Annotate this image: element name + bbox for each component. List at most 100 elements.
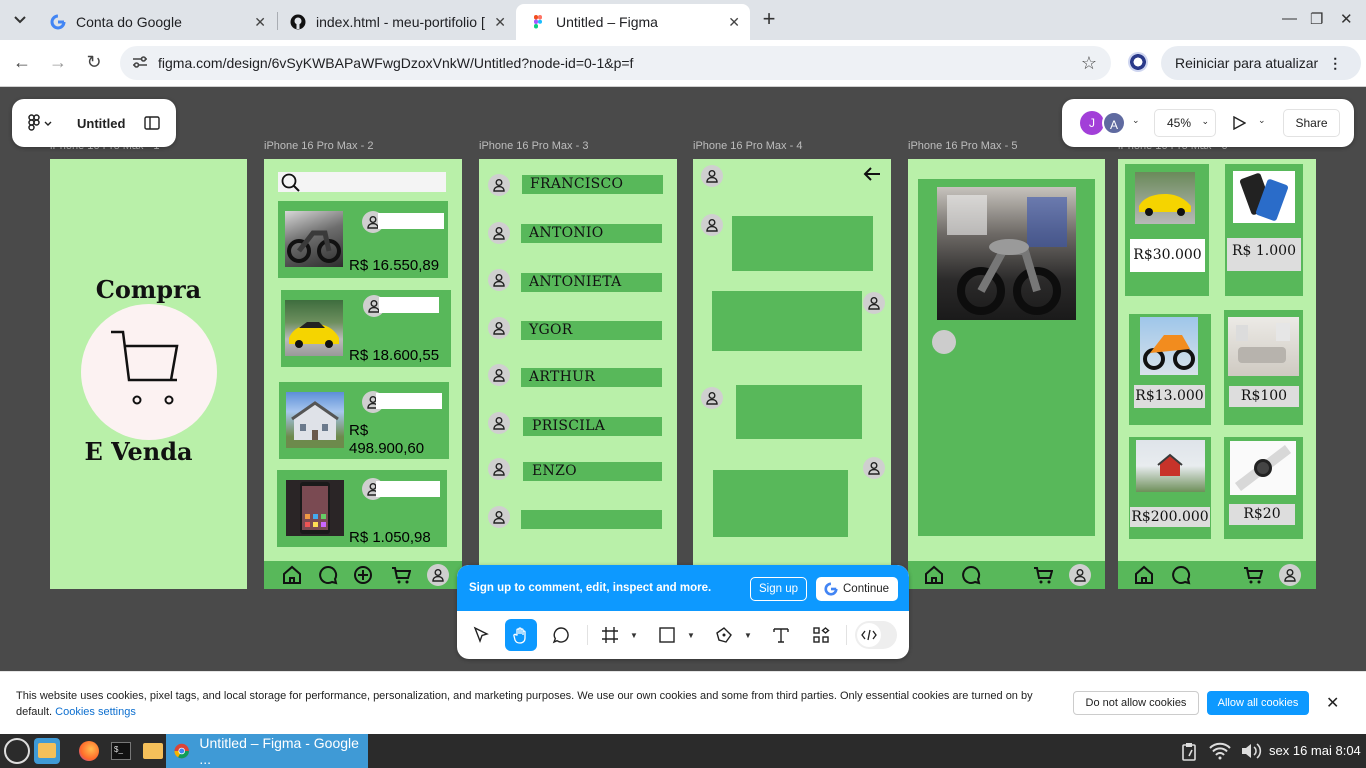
chat-icon[interactable] — [1171, 565, 1191, 585]
site-settings-icon[interactable] — [132, 55, 152, 72]
back-icon[interactable]: ← — [10, 52, 34, 73]
chat-icon[interactable] — [961, 565, 981, 585]
profile-icon[interactable] — [1128, 52, 1148, 72]
chevron-down-icon[interactable]: ⌄ — [1132, 115, 1140, 126]
text-tool-icon[interactable] — [765, 619, 797, 651]
grid-product-card[interactable]: R$200.000 — [1129, 437, 1211, 539]
frame-4[interactable] — [693, 159, 891, 589]
cart-icon[interactable] — [1033, 565, 1053, 585]
close-icon[interactable]: ✕ — [1326, 693, 1339, 713]
contact-name[interactable]: YGOR — [521, 321, 662, 340]
frame-tool-icon[interactable] — [594, 619, 626, 651]
frame-label[interactable]: iPhone 16 Pro Max - 2 — [264, 140, 373, 152]
clock[interactable]: sex 16 mai 8:04 — [1269, 743, 1361, 758]
allow-cookies-button[interactable]: Allow all cookies — [1207, 691, 1309, 715]
frame-label[interactable]: iPhone 16 Pro Max - 4 — [693, 140, 802, 152]
contact-name[interactable]: ENZO — [523, 462, 662, 481]
home-icon[interactable] — [924, 565, 944, 585]
figma-canvas[interactable]: iPhone 16 Pro Max - 1 iPhone 16 Pro Max … — [0, 87, 1366, 671]
search-input[interactable] — [278, 172, 446, 192]
hand-tool-icon[interactable] — [505, 619, 537, 651]
address-bar[interactable]: figma.com/design/6vSyKWBAPaWFwgDzoxVnkW/… — [120, 46, 1111, 80]
move-tool-icon[interactable] — [465, 619, 497, 651]
continue-with-google-button[interactable]: Continue — [816, 577, 898, 601]
bookmark-star-icon[interactable]: ☆ — [1081, 53, 1097, 74]
minimize-icon[interactable]: — — [1282, 10, 1297, 27]
maximize-icon[interactable]: ❐ — [1310, 10, 1323, 28]
frame-3[interactable]: FRANCISCO ANTONIO ANTONIETA YGOR ARTHUR … — [479, 159, 677, 589]
tab-figma[interactable]: Untitled – Figma ✕ — [516, 4, 750, 40]
profile-avatar-icon[interactable] — [1069, 564, 1091, 586]
cookies-settings-link[interactable]: Cookies settings — [55, 706, 136, 718]
contact-name[interactable]: ANTONIETA — [521, 273, 662, 292]
restart-to-update-button[interactable]: Reiniciar para atualizar ⋮ — [1161, 46, 1361, 80]
frame-label[interactable]: iPhone 16 Pro Max - 3 — [479, 140, 588, 152]
frame-6[interactable]: R$30.000 R$ 1.000 R$13.000 R$100 R$200.0… — [1118, 159, 1316, 589]
chevron-down-icon[interactable]: ▼ — [744, 631, 752, 640]
file-name[interactable]: Untitled — [77, 116, 125, 131]
chevron-down-icon[interactable]: ▼ — [630, 631, 638, 640]
share-button[interactable]: Share — [1283, 109, 1340, 137]
chevron-down-icon[interactable]: ▼ — [687, 631, 695, 640]
tab-github[interactable]: index.html - meu-portifolio [ ✕ — [276, 4, 516, 40]
tab-search-chevron-icon[interactable] — [8, 8, 32, 32]
rectangle-tool-icon[interactable] — [651, 619, 683, 651]
grid-product-card[interactable]: R$20 — [1224, 437, 1303, 539]
frame-1[interactable]: Compra E Venda — [50, 159, 247, 589]
close-window-icon[interactable]: ✕ — [1340, 10, 1353, 28]
grid-product-card[interactable]: R$100 — [1224, 310, 1303, 425]
figma-menu-icon[interactable] — [28, 114, 54, 135]
contact-name[interactable]: PRISCILA — [523, 417, 662, 436]
new-tab-button[interactable]: + — [758, 8, 780, 30]
forward-icon[interactable]: → — [46, 52, 70, 73]
product-card[interactable]: R$ 1.050,98 — [277, 470, 447, 547]
product-card[interactable]: R$ 18.600,55 — [281, 290, 451, 367]
reload-icon[interactable]: ↻ — [82, 52, 106, 73]
contact-name[interactable] — [521, 510, 662, 529]
resources-tool-icon[interactable] — [805, 619, 837, 651]
show-desktop-icon[interactable] — [34, 738, 60, 764]
sign-up-button[interactable]: Sign up — [750, 577, 808, 601]
zoom-select[interactable]: 45% ⌄ — [1154, 109, 1216, 137]
chat-icon[interactable] — [318, 565, 338, 585]
clipboard-icon[interactable] — [1180, 742, 1200, 762]
product-card[interactable]: R$ 16.550,89 — [278, 201, 448, 278]
firefox-icon[interactable] — [76, 738, 102, 764]
dev-mode-toggle[interactable] — [855, 621, 897, 649]
frame-5[interactable] — [908, 159, 1105, 589]
wifi-icon[interactable] — [1209, 742, 1231, 760]
close-tab-icon[interactable]: ✕ — [254, 14, 266, 31]
cart-icon[interactable] — [1243, 565, 1263, 585]
pen-tool-icon[interactable] — [708, 619, 740, 651]
close-tab-icon[interactable]: ✕ — [728, 14, 740, 31]
tab-google-account[interactable]: Conta do Google ✕ — [36, 4, 276, 40]
home-icon[interactable] — [1134, 565, 1154, 585]
contact-name[interactable]: ARTHUR — [521, 368, 662, 387]
terminal-icon[interactable]: $_ — [108, 738, 134, 764]
back-arrow-icon[interactable] — [863, 166, 881, 182]
taskbar-window-chrome[interactable]: Untitled – Figma - Google ... — [166, 734, 368, 768]
files-icon[interactable] — [140, 738, 166, 764]
collaborator-avatar[interactable]: A — [1102, 111, 1126, 135]
home-icon[interactable] — [282, 565, 302, 585]
volume-icon[interactable] — [1240, 742, 1262, 760]
close-tab-icon[interactable]: ✕ — [494, 14, 506, 31]
grid-product-card[interactable]: R$ 1.000 — [1225, 164, 1303, 296]
grid-product-card[interactable]: R$30.000 — [1125, 164, 1209, 296]
cart-icon[interactable] — [391, 565, 411, 585]
deny-cookies-button[interactable]: Do not allow cookies — [1073, 691, 1199, 715]
sidebar-toggle-icon[interactable] — [144, 116, 160, 130]
chevron-down-icon[interactable]: ⌄ — [1258, 115, 1266, 126]
add-circle-icon[interactable] — [353, 565, 373, 585]
grid-product-card[interactable]: R$13.000 — [1129, 314, 1211, 425]
contact-name[interactable]: ANTONIO — [521, 224, 662, 243]
frame-2[interactable]: R$ 16.550,89 R$ 18.600,55 R$ 498.900,60 — [264, 159, 462, 589]
present-play-icon[interactable] — [1232, 116, 1246, 130]
profile-avatar-icon[interactable] — [427, 564, 449, 586]
mint-menu-icon[interactable] — [4, 738, 30, 764]
product-card[interactable]: R$ 498.900,60 — [279, 382, 449, 459]
collaborator-avatar[interactable]: J — [1080, 111, 1104, 135]
comment-tool-icon[interactable] — [545, 619, 577, 651]
profile-avatar-icon[interactable] — [1279, 564, 1301, 586]
contact-name[interactable]: FRANCISCO — [522, 175, 663, 194]
